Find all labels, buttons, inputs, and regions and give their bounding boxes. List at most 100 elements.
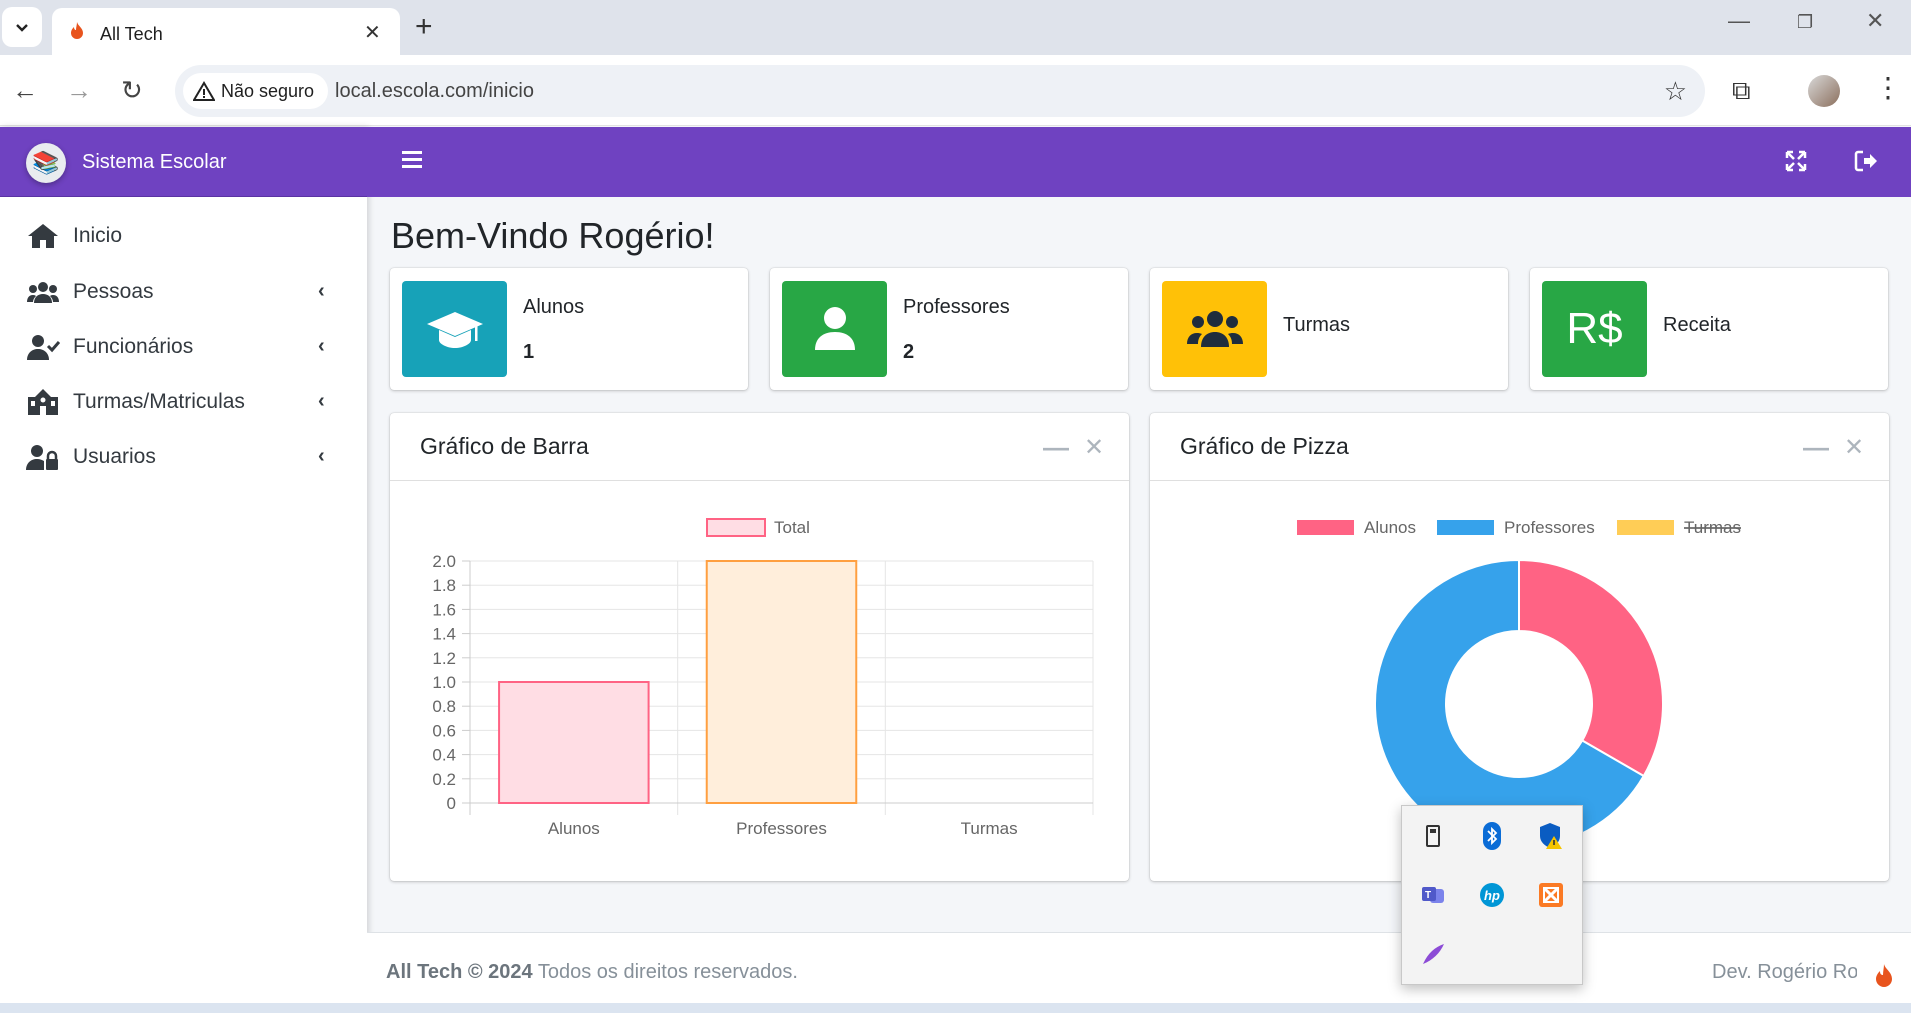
fullscreen-expand-icon[interactable] <box>1785 150 1807 172</box>
back-button[interactable]: ← <box>12 75 38 106</box>
school-icon <box>28 389 58 415</box>
new-tab-button[interactable]: + <box>415 10 433 44</box>
chevron-left-icon: ‹ <box>318 390 325 412</box>
browser-toolbar: ← → ↻ Não seguro local.escola.com/inicio… <box>0 55 1911 126</box>
browser-tab[interactable]: All Tech ✕ <box>52 8 400 55</box>
sidebar-item-inicio[interactable]: Inicio <box>0 211 367 261</box>
info-box-label: Receita <box>1663 314 1731 336</box>
windows-security-icon[interactable] <box>1536 821 1566 851</box>
xampp-icon[interactable] <box>1536 880 1566 910</box>
home-icon <box>28 224 58 248</box>
bar <box>705 560 858 804</box>
y-tick-label: 1.0 <box>432 673 456 692</box>
profile-avatar[interactable] <box>1808 75 1840 107</box>
sidebar: 📚 Sistema Escolar Inicio Pessoas ‹ Funci… <box>0 127 367 1003</box>
sidebar-item-label: Pessoas <box>73 280 154 303</box>
legend-swatch <box>1617 520 1674 535</box>
collapse-card-button[interactable]: — <box>1043 432 1069 463</box>
sidebar-item-funcionarios[interactable]: Funcionários ‹ <box>0 322 367 372</box>
y-tick-label: 1.2 <box>432 649 456 668</box>
footer-brand: All Tech © 2024 <box>386 961 533 983</box>
info-box-label: Turmas <box>1283 314 1351 336</box>
restore-window-button[interactable]: ❐ <box>1797 12 1813 33</box>
card-title: Gráfico de Barra <box>420 433 589 459</box>
bar-chart: Total 0 0.2 0.4 0.6 0.8 1.0 1.2 1.4 1.6 1.8 2.0 Alun… <box>432 518 1094 838</box>
books-logo-icon: 📚 <box>26 143 66 183</box>
teams-icon[interactable]: T <box>1418 880 1448 910</box>
remove-card-button[interactable]: ✕ <box>1844 433 1864 462</box>
y-tick-label: 0.4 <box>432 746 456 765</box>
footer: All Tech © 2024 Todos os direitos reserv… <box>367 932 1911 1003</box>
info-box-value: 2 <box>903 341 915 363</box>
system-tray-flyout: T hp <box>1401 805 1583 985</box>
brand-link[interactable]: 📚 Sistema Escolar <box>0 127 367 197</box>
taskbar-edge <box>0 1003 1911 1013</box>
sidebar-item-label: Usuarios <box>73 445 156 468</box>
logout-icon[interactable] <box>1854 150 1878 172</box>
url-text[interactable]: local.escola.com/inicio <box>335 80 534 103</box>
users-icon <box>1162 281 1267 377</box>
browser-menu-icon[interactable]: ⋮ <box>1874 71 1902 104</box>
top-navbar <box>367 127 1911 197</box>
sidebar-item-pessoas[interactable]: Pessoas ‹ <box>0 267 367 317</box>
flame-icon <box>71 22 83 39</box>
doughnut-slice <box>1518 558 1664 778</box>
security-indicator[interactable]: Não seguro <box>183 73 329 109</box>
footer-dev: Dev. Rogério Ro <box>1712 961 1859 983</box>
extensions-puzzle-icon[interactable]: ⧉ <box>1732 75 1751 107</box>
close-tab-icon[interactable]: ✕ <box>364 20 381 45</box>
svg-text:hp: hp <box>1484 888 1500 903</box>
sidebar-item-label: Inicio <box>73 224 123 247</box>
info-box-receita: R$ Receita <box>1530 268 1888 390</box>
y-tick-label: 2.0 <box>432 552 456 571</box>
svg-text:T: T <box>1425 890 1431 901</box>
footer-copyright: All Tech © 2024 Todos os direitos reserv… <box>386 961 798 984</box>
tab-search-button[interactable] <box>2 7 42 47</box>
brand-text: Sistema Escolar <box>82 151 227 173</box>
y-tick-label: 0.2 <box>432 770 456 789</box>
legend-label: Professores <box>1504 518 1595 537</box>
info-box-alunos: Alunos 1 <box>390 268 748 390</box>
chevron-left-icon: ‹ <box>318 280 325 302</box>
info-box-value: 1 <box>523 341 535 363</box>
sidebar-item-label: Turmas/Matriculas <box>73 390 245 413</box>
feather-icon[interactable] <box>1418 939 1448 969</box>
y-tick-label: 0 <box>447 794 456 813</box>
forward-button[interactable]: → <box>66 75 92 106</box>
warning-icon <box>193 81 215 101</box>
chevron-left-icon: ‹ <box>318 445 325 467</box>
address-bar[interactable]: Não seguro local.escola.com/inicio ☆ <box>175 65 1705 117</box>
legend-label: Total <box>774 518 810 537</box>
hamburger-menu-icon[interactable] <box>402 149 422 169</box>
info-box-label: Professores <box>903 296 1010 318</box>
reload-button[interactable]: ↻ <box>121 75 143 106</box>
hp-icon[interactable]: hp <box>1477 880 1507 910</box>
chevron-down-icon <box>16 24 28 32</box>
sidebar-item-turmas-matriculas[interactable]: Turmas/Matriculas ‹ <box>0 377 367 427</box>
bar <box>498 681 650 804</box>
x-tick-label: Alunos <box>548 819 600 838</box>
bar-chart-card: Gráfico de Barra — ✕ Total 0 0.2 0.4 0.6 0.8 1… <box>390 413 1129 881</box>
bookmark-star-icon[interactable]: ☆ <box>1664 76 1687 107</box>
y-tick-label: 0.6 <box>432 721 456 740</box>
collapse-card-button[interactable]: — <box>1803 432 1829 463</box>
legend-swatch <box>1437 520 1494 535</box>
sidebar-item-usuarios[interactable]: Usuarios ‹ <box>0 432 367 482</box>
sidebar-item-label: Funcionários <box>73 335 194 358</box>
close-window-button[interactable]: ✕ <box>1866 8 1884 34</box>
x-tick-label: Professores <box>736 819 827 838</box>
x-tick-label: Turmas <box>961 819 1018 838</box>
browser-tab-strip: All Tech ✕ + — ❐ ✕ <box>0 0 1911 55</box>
tab-title: All Tech <box>100 24 163 44</box>
remove-card-button[interactable]: ✕ <box>1084 433 1104 462</box>
info-box-professores: Professores 2 <box>770 268 1128 390</box>
bluetooth-icon[interactable] <box>1477 821 1507 851</box>
user-check-icon <box>27 335 60 360</box>
y-tick-label: 1.8 <box>432 576 456 595</box>
usb-drive-icon[interactable] <box>1418 821 1448 851</box>
user-icon <box>782 281 887 377</box>
y-tick-label: 0.8 <box>432 697 456 716</box>
legend-label: Turmas <box>1684 518 1741 537</box>
security-label: Não seguro <box>221 80 315 101</box>
minimize-window-button[interactable]: — <box>1728 8 1750 34</box>
